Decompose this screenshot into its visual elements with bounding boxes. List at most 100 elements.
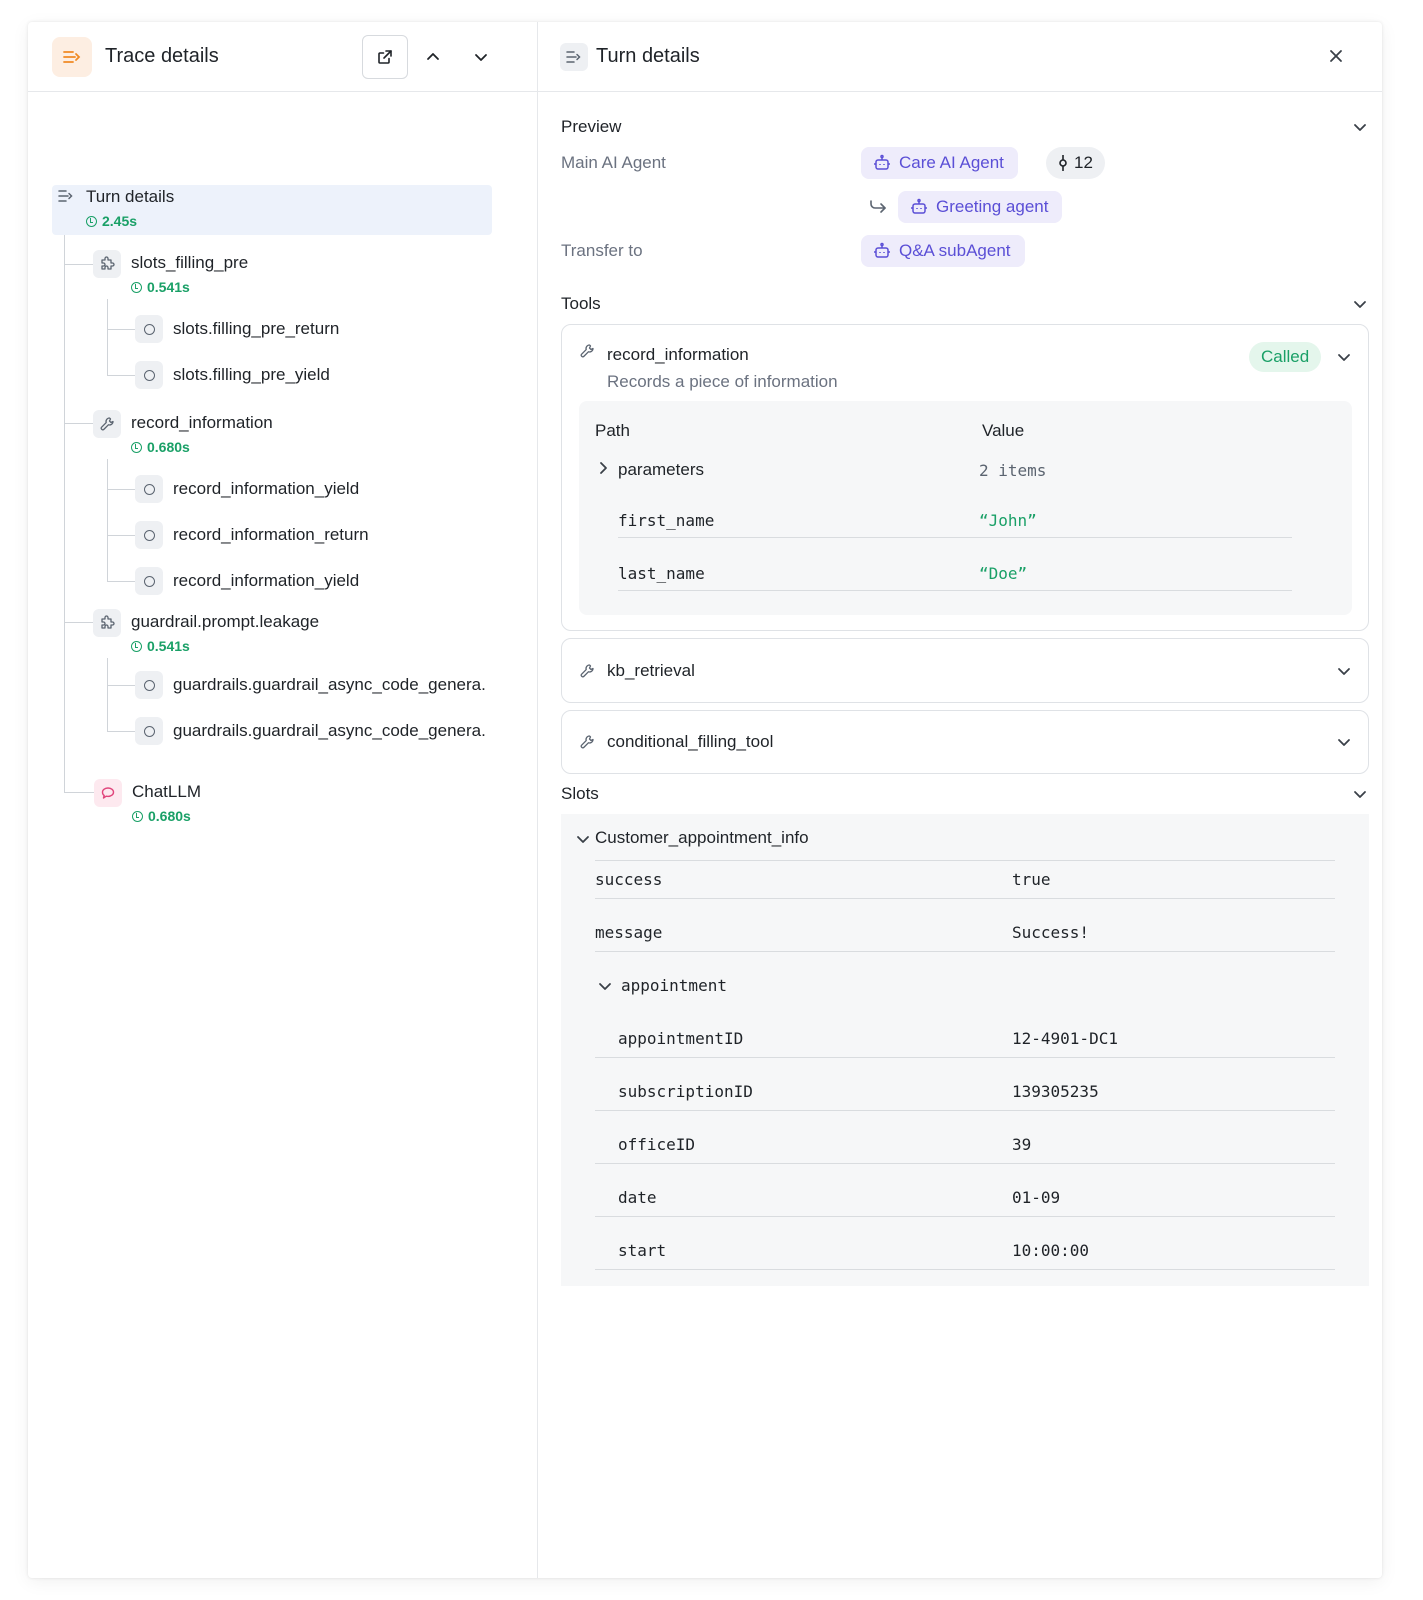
puzzle-icon [93,609,121,637]
value-column-header: Value [982,421,1025,440]
slot-group-name[interactable]: Customer_appointment_info [595,828,809,848]
chevron-down-icon[interactable] [1336,349,1352,365]
circle-icon [135,717,163,745]
close-icon [1330,50,1342,62]
lines-arrow-icon [560,42,588,71]
tree-leaf-name[interactable]: record_information_yield [173,479,359,499]
handoff-agent-chip[interactable]: Greeting agent [898,191,1063,223]
chevron-down-icon[interactable] [1352,119,1368,135]
wrench-icon [580,664,594,678]
wrench-icon [93,410,121,438]
root-node-name: Turn details [86,187,175,206]
turn-details-header: Turn details [538,22,1382,92]
slot-value: 01-09 [1012,1188,1061,1207]
turn-details-panel: Turn details Preview Main AI Agent Care … [538,22,1382,1578]
tree-leaf-name[interactable]: slots.filling_pre_yield [173,365,330,385]
transfer-label: Transfer to [561,241,643,260]
tool-name: kb_retrieval [607,661,695,680]
tree-node-time: 0.680s [131,439,190,455]
circle-icon [135,315,163,343]
slot-key: officeID [618,1135,696,1154]
tree-leaf-name[interactable]: record_information_yield [173,571,359,591]
clock-icon [132,810,143,822]
chevron-down-icon [475,54,487,61]
tree-leaf-name[interactable]: slots.filling_pre_return [173,319,339,339]
param-value: “Doe” [979,564,1028,583]
param-value: “John” [979,511,1037,530]
open-external-button[interactable] [362,35,408,79]
external-link-icon [378,50,392,64]
slot-subgroup-name[interactable]: appointment [621,976,727,995]
parameters-group-value: 2 items [979,461,1047,480]
circle-icon [135,521,163,549]
chevron-up-icon [427,53,439,60]
chevron-down-icon[interactable] [1352,786,1368,802]
robot-icon [874,154,890,170]
close-button[interactable] [1324,44,1348,68]
tree-leaf-name[interactable]: guardrails.guardrail_async_code_genera. [173,675,486,695]
next-trace-button[interactable] [468,44,494,70]
chevron-down-icon[interactable] [1336,663,1352,679]
transfer-agent-chip[interactable]: Q&A subAgent [861,235,1025,267]
path-column-header: Path [595,421,630,440]
tool-card-kb-retrieval[interactable]: kb_retrieval [561,638,1369,703]
trace-header: Trace details [28,22,537,92]
previous-trace-button[interactable] [420,44,446,70]
clock-icon [86,215,97,227]
trace-window: Trace details Turn details 2.45s slots_f… [28,22,1382,1578]
chevron-down-icon[interactable] [1336,734,1352,750]
slot-value: 10:00:00 [1012,1241,1090,1260]
circle-icon [135,361,163,389]
slot-value: true [1012,870,1051,889]
tool-name: conditional_filling_tool [607,732,774,751]
tool-name: record_information [607,345,749,364]
circle-icon [135,475,163,503]
tree-node-time: 0.541s [131,638,190,654]
tools-section-title: Tools [561,294,601,313]
main-agent-chip[interactable]: Care AI Agent [861,147,1018,179]
chevron-right-icon[interactable] [598,461,610,475]
slot-key: success [595,870,663,889]
slot-key: message [595,923,663,942]
wrench-icon [580,344,594,358]
tree-leaf-name[interactable]: record_information_return [173,525,369,545]
tree-node-name[interactable]: slots_filling_pre [131,253,248,273]
tool-card-record-information: record_information Records a piece of in… [561,324,1369,631]
turn-details-title: Turn details [596,45,700,67]
tree-leaf-name[interactable]: guardrails.guardrail_async_code_genera. [173,721,486,741]
tree-node-name[interactable]: ChatLLM [132,782,201,802]
slot-key: subscriptionID [618,1082,753,1101]
clock-icon [131,640,142,652]
tool-description: Records a piece of information [607,372,838,391]
parameters-group-key[interactable]: parameters [618,460,704,480]
trace-panel: Trace details Turn details 2.45s slots_f… [28,22,538,1578]
robot-icon [911,198,927,214]
param-key: first_name [618,511,715,530]
param-key: last_name [618,564,705,583]
slot-key: appointmentID [618,1029,744,1048]
status-badge: Called [1249,342,1322,372]
lines-arrow-icon [52,36,92,77]
tree-node-name[interactable]: record_information [131,413,273,433]
slot-value: 39 [1012,1135,1032,1154]
chevron-down-icon[interactable] [597,978,613,994]
slot-key: date [618,1188,657,1207]
agent-count-badge: 12 [1046,147,1105,179]
slot-value: 139305235 [1012,1082,1099,1101]
tree-node-name[interactable]: guardrail.prompt.leakage [131,612,319,632]
slot-value: Success! [1012,923,1090,942]
slots-section-title: Slots [561,784,599,803]
chevron-down-icon[interactable] [575,831,591,847]
tool-card-conditional-filling-tool[interactable]: conditional_filling_tool [561,710,1369,774]
circle-icon [135,567,163,595]
puzzle-icon [93,250,121,278]
preview-section-title: Preview [561,117,622,136]
parameters-table: Path Value parameters 2 items first_name… [579,401,1352,615]
chevron-down-icon[interactable] [1352,296,1368,312]
clock-icon [131,441,142,453]
chat-bubble-icon [94,779,122,807]
robot-icon [874,242,890,258]
lines-arrow-icon [58,189,74,208]
slots-table: Customer_appointment_info success true m… [561,814,1369,1286]
handoff-arrow-icon [870,200,886,213]
